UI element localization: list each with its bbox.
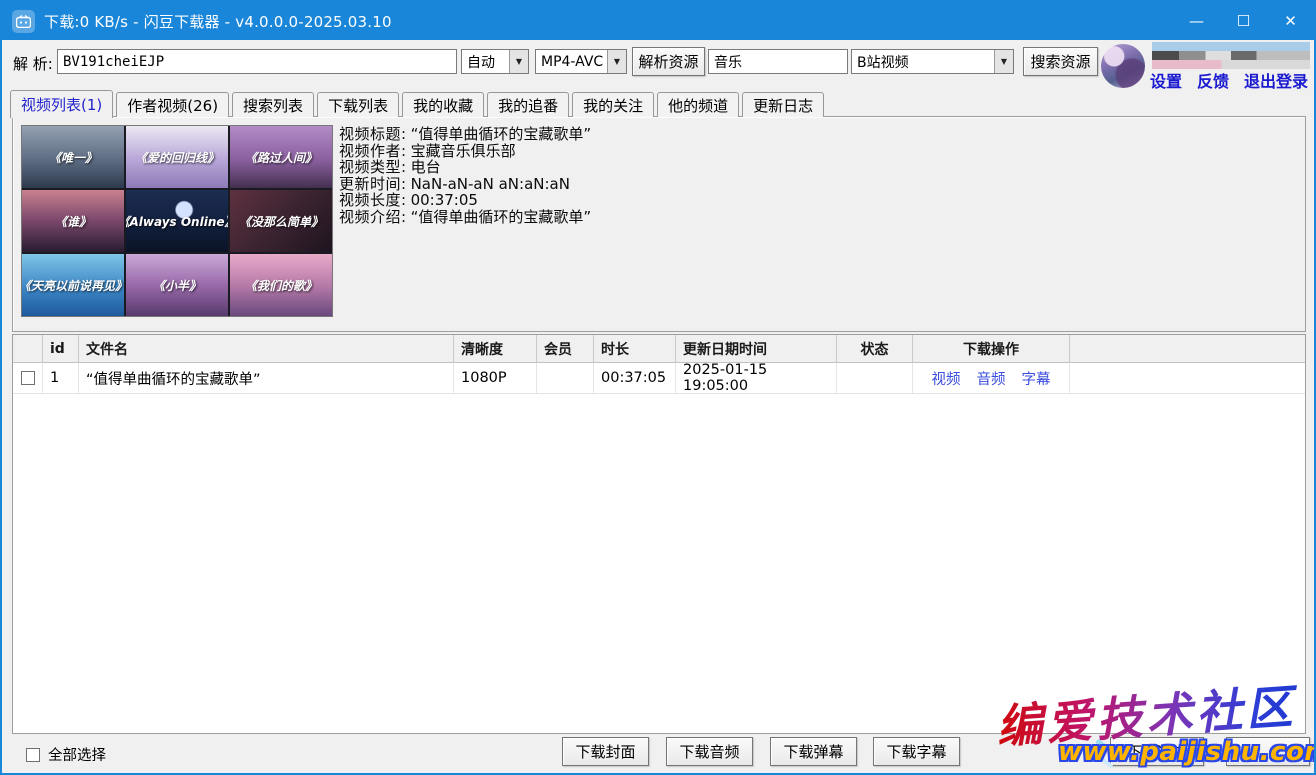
quality-select-value: 自动 xyxy=(462,52,509,72)
format-select[interactable]: MP4-AVC ▼ xyxy=(535,49,627,74)
cell-vip xyxy=(537,363,594,393)
header-actions: 下载操作 xyxy=(913,335,1070,362)
download-selected-button[interactable]: 下载选中 xyxy=(1110,737,1204,766)
cover-thumbnail: 《天亮以前说再见》 xyxy=(22,254,124,316)
video-author-line: 视频作者:宝藏音乐俱乐部 xyxy=(339,143,591,160)
header-status: 状态 xyxy=(837,335,913,362)
video-desc-line: 视频介绍:“值得单曲循环的宝藏歌单” xyxy=(339,209,591,226)
download-video-link[interactable]: 视频 xyxy=(932,368,961,389)
tab-changelog[interactable]: 更新日志 xyxy=(742,92,824,117)
obscured-button[interactable] xyxy=(1226,737,1310,766)
download-cover-button[interactable]: 下载封面 xyxy=(562,737,649,766)
table-header: id 文件名 清晰度 会员 时长 更新日期时间 状态 下载操作 xyxy=(13,335,1305,363)
header-select xyxy=(13,335,43,362)
cover-thumbnail: 《路过人间》 xyxy=(230,126,332,188)
video-info-panel: 《唯一》 《爱的回归线》 《路过人间》 《谁》 《Always Online》 … xyxy=(12,116,1306,332)
parse-label: 解 析: xyxy=(13,53,53,74)
tab-my-bangumi[interactable]: 我的追番 xyxy=(487,92,569,117)
video-updated-line: 更新时间:NaN-aN-aN aN:aN:aN xyxy=(339,176,591,193)
chevron-down-icon[interactable]: ▼ xyxy=(509,50,528,73)
app-window: 下载:0 KB/s - 闪豆下载器 - v4.0.0.0-2025.03.10 … xyxy=(0,0,1316,775)
cell-status xyxy=(837,363,913,393)
user-links: 设置 反馈 退出登录 xyxy=(1150,68,1308,92)
tab-search-list[interactable]: 搜索列表 xyxy=(232,92,314,117)
footer-bar: 全部选择 下载封面 下载音频 下载弹幕 下载字幕 下载选中 xyxy=(2,732,1314,773)
header-vip: 会员 xyxy=(537,335,594,362)
cover-thumbnail: 《爱的回归线》 xyxy=(126,126,228,188)
titlebar: 下载:0 KB/s - 闪豆下载器 - v4.0.0.0-2025.03.10 … xyxy=(2,2,1314,40)
tab-author-videos[interactable]: 作者视频(26) xyxy=(116,92,229,117)
window-controls: — ☐ ✕ xyxy=(1173,2,1314,40)
cover-thumbnail: 《小半》 xyxy=(126,254,228,316)
video-length-line: 视频长度:00:37:05 xyxy=(339,192,591,209)
file-table-panel: id 文件名 清晰度 会员 时长 更新日期时间 状态 下载操作 1 “值得单曲循… xyxy=(12,334,1306,734)
parse-resource-button[interactable]: 解析资源 xyxy=(632,47,705,76)
cell-updated: 2025-01-15 19:05:00 xyxy=(676,363,837,393)
header-id: id xyxy=(43,335,79,362)
cell-id: 1 xyxy=(43,363,79,393)
cell-duration: 00:37:05 xyxy=(594,363,676,393)
search-resource-button[interactable]: 搜索资源 xyxy=(1023,47,1098,76)
tab-my-favorites[interactable]: 我的收藏 xyxy=(402,92,484,117)
logout-link[interactable]: 退出登录 xyxy=(1244,68,1308,92)
cover-thumbnail: 《唯一》 xyxy=(22,126,124,188)
cover-thumbnail: 《Always Online》 xyxy=(126,190,228,252)
source-select-value: B站视频 xyxy=(852,52,994,72)
search-keyword-input[interactable] xyxy=(708,49,848,74)
header-updated: 更新日期时间 xyxy=(676,335,837,362)
header-quality: 清晰度 xyxy=(454,335,537,362)
settings-link[interactable]: 设置 xyxy=(1150,68,1182,92)
select-all-checkbox[interactable] xyxy=(26,748,40,762)
close-button[interactable]: ✕ xyxy=(1267,2,1314,40)
download-danmaku-button[interactable]: 下载弹幕 xyxy=(770,737,857,766)
header-duration: 时长 xyxy=(594,335,676,362)
select-all[interactable]: 全部选择 xyxy=(26,744,106,765)
window-title: 下载:0 KB/s - 闪豆下载器 - v4.0.0.0-2025.03.10 xyxy=(44,11,392,32)
tab-bar: 视频列表(1) 作者视频(26) 搜索列表 下载列表 我的收藏 我的追番 我的关… xyxy=(10,89,827,117)
video-title-line: 视频标题:“值得单曲循环的宝藏歌单” xyxy=(339,126,591,143)
maximize-button[interactable]: ☐ xyxy=(1220,2,1267,40)
video-type-line: 视频类型:电台 xyxy=(339,159,591,176)
feedback-link[interactable]: 反馈 xyxy=(1197,68,1229,92)
avatar[interactable] xyxy=(1101,44,1145,88)
minimize-button[interactable]: — xyxy=(1173,2,1220,40)
cover-thumbnail: 《没那么简单》 xyxy=(230,190,332,252)
tab-my-follows[interactable]: 我的关注 xyxy=(572,92,654,117)
select-all-label: 全部选择 xyxy=(48,744,106,765)
cover-thumbnail: 《我们的歌》 xyxy=(230,254,332,316)
header-filename: 文件名 xyxy=(79,335,454,362)
tab-download-list[interactable]: 下载列表 xyxy=(317,92,399,117)
cover-thumbnail: 《谁》 xyxy=(22,190,124,252)
tab-his-channel[interactable]: 他的频道 xyxy=(657,92,739,117)
format-select-value: MP4-AVC xyxy=(536,54,607,70)
table-row: 1 “值得单曲循环的宝藏歌单” 1080P 00:37:05 2025-01-1… xyxy=(13,363,1305,394)
username-blurred xyxy=(1152,42,1310,69)
quality-select[interactable]: 自动 ▼ xyxy=(461,49,529,74)
row-checkbox[interactable] xyxy=(21,371,35,385)
app-icon xyxy=(12,10,35,33)
video-cover-grid: 《唯一》 《爱的回归线》 《路过人间》 《谁》 《Always Online》 … xyxy=(21,125,333,317)
cell-filename: “值得单曲循环的宝藏歌单” xyxy=(79,363,454,393)
cell-actions: 视频 音频 字幕 xyxy=(913,363,1070,393)
download-audio-link[interactable]: 音频 xyxy=(977,368,1006,389)
download-audio-button[interactable]: 下载音频 xyxy=(666,737,753,766)
chevron-down-icon[interactable]: ▼ xyxy=(994,50,1013,73)
cell-quality: 1080P xyxy=(454,363,537,393)
video-info-fields: 视频标题:“值得单曲循环的宝藏歌单” 视频作者:宝藏音乐俱乐部 视频类型:电台 … xyxy=(339,126,591,225)
parse-input[interactable] xyxy=(57,49,457,74)
source-select[interactable]: B站视频 ▼ xyxy=(851,49,1014,74)
chevron-down-icon[interactable]: ▼ xyxy=(607,50,626,73)
download-subtitle-link[interactable]: 字幕 xyxy=(1022,368,1051,389)
tab-video-list[interactable]: 视频列表(1) xyxy=(10,90,113,118)
download-subtitle-button[interactable]: 下载字幕 xyxy=(873,737,960,766)
